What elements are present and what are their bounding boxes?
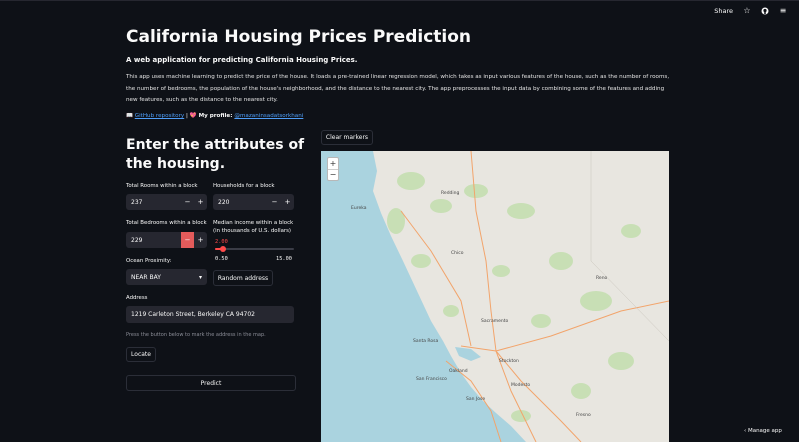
median-income-value: 2.00 bbox=[215, 239, 228, 245]
locate-button[interactable]: Locate bbox=[126, 347, 156, 362]
city-label: Santa Rosa bbox=[413, 339, 439, 344]
median-income-track[interactable] bbox=[215, 248, 294, 250]
median-income-min: 0.50 bbox=[215, 256, 228, 262]
github-icon[interactable] bbox=[761, 7, 769, 15]
manage-app-label: Manage app bbox=[747, 428, 782, 434]
chevron-down-icon[interactable]: ▾ bbox=[199, 274, 202, 281]
median-income-max: 15.00 bbox=[276, 256, 292, 262]
city-label: San Francisco bbox=[416, 377, 447, 382]
zoom-in-button[interactable]: + bbox=[328, 158, 338, 170]
total-bedrooms-value[interactable]: 229 bbox=[126, 237, 181, 244]
city-label: Stockton bbox=[499, 359, 519, 364]
city-label: Modesto bbox=[511, 383, 531, 388]
address-label: Address bbox=[126, 295, 148, 301]
map-zoom-control: + − bbox=[327, 157, 339, 181]
city-label: Chico bbox=[451, 251, 464, 256]
plus-icon[interactable]: + bbox=[194, 232, 207, 248]
median-income-label: Median income within a block (in thousan… bbox=[213, 220, 294, 234]
clear-markers-button[interactable]: Clear markers bbox=[321, 130, 373, 145]
app-description: This app uses machine learning to predic… bbox=[126, 74, 670, 103]
households-value[interactable]: 220 bbox=[213, 199, 268, 206]
predict-button[interactable]: Predict bbox=[126, 375, 296, 391]
zoom-out-button[interactable]: − bbox=[328, 170, 338, 181]
manage-app-button[interactable]: ‹ Manage app bbox=[744, 428, 782, 434]
total-rooms-label: Total Rooms within a block bbox=[126, 183, 198, 189]
address-input[interactable]: 1219 Carleton Street, Berkeley CA 94702 bbox=[126, 306, 294, 323]
households-label: Households for a block bbox=[213, 183, 275, 189]
minus-icon[interactable]: − bbox=[181, 194, 194, 210]
total-rooms-value[interactable]: 237 bbox=[126, 199, 181, 206]
menu-icon[interactable]: ≡ bbox=[779, 7, 787, 15]
city-label: Eureka bbox=[351, 206, 367, 211]
map-tiles bbox=[321, 151, 669, 442]
city-label: Sacramento bbox=[481, 319, 509, 324]
github-repo-link[interactable]: GitHub repository bbox=[135, 113, 184, 119]
page-subtitle: A web application for predicting Califor… bbox=[126, 56, 358, 64]
map-view[interactable]: + − Redding Chico Eureka Reno Sacramento… bbox=[321, 151, 669, 442]
book-icon: 📖 bbox=[126, 113, 133, 119]
ocean-proximity-label: Ocean Proximity: bbox=[126, 258, 172, 264]
households-input[interactable]: 220 − + bbox=[213, 194, 294, 210]
city-label: San Jose bbox=[466, 397, 486, 402]
ocean-proximity-value[interactable]: NEAR BAY bbox=[131, 274, 161, 281]
minus-icon[interactable]: − bbox=[268, 194, 281, 210]
total-bedrooms-input[interactable]: 229 − + bbox=[126, 232, 207, 248]
plus-icon[interactable]: + bbox=[194, 194, 207, 210]
city-label: Reno bbox=[596, 276, 608, 281]
city-label: Fresno bbox=[576, 413, 591, 418]
total-bedrooms-label: Total Bedrooms within a block bbox=[126, 220, 207, 226]
star-icon[interactable]: ☆ bbox=[743, 7, 751, 15]
profile-link[interactable]: @mazaninsadatsorkhani bbox=[234, 113, 303, 119]
city-label: Redding bbox=[441, 191, 460, 196]
app-toolbar: Share ☆ ≡ bbox=[0, 0, 799, 22]
random-address-button[interactable]: Random address bbox=[213, 270, 273, 286]
total-rooms-input[interactable]: 237 − + bbox=[126, 194, 207, 210]
profile-prefix: My profile: bbox=[196, 113, 235, 119]
share-button[interactable]: Share bbox=[714, 7, 733, 15]
minus-icon[interactable]: − bbox=[181, 232, 194, 248]
median-income-thumb[interactable] bbox=[220, 246, 227, 252]
form-heading: Enter the attributes of the housing. bbox=[126, 137, 305, 172]
heart-icon: 💖 bbox=[189, 113, 197, 119]
city-label: Oakland bbox=[449, 369, 468, 374]
locate-hint: Press the button below to mark the addre… bbox=[126, 332, 266, 338]
plus-icon[interactable]: + bbox=[281, 194, 294, 210]
ocean-proximity-select[interactable]: NEAR BAY ▾ bbox=[126, 269, 207, 285]
page-title: California Housing Prices Prediction bbox=[126, 27, 472, 47]
links-line: 📖 GitHub repository | 💖 My profile: @maz… bbox=[126, 113, 303, 119]
